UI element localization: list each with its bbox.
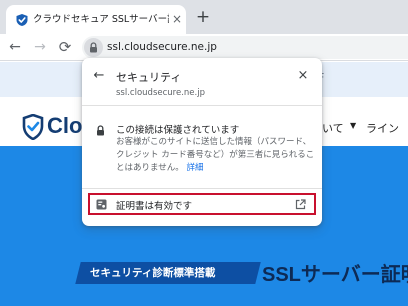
reload-button[interactable]: ⟳: [55, 37, 75, 57]
lock-icon: [90, 42, 97, 53]
divider: [82, 188, 322, 189]
nav-lineup-link[interactable]: ライン: [366, 120, 399, 136]
external-link-icon: [295, 199, 306, 210]
back-button[interactable]: ←: [5, 37, 25, 57]
security-popup: ← セキュリティ × ssl.cloudsecure.ne.jp この接続は保護…: [82, 58, 322, 226]
logo-text: Clo: [47, 113, 83, 138]
lock-icon: [97, 125, 104, 136]
certificate-label: 証明書は有効です: [116, 201, 193, 212]
chevron-down-icon: ▼: [350, 121, 357, 130]
browser-toolbar: ← → ⟳ ssl.cloudsecure.ne.jp: [0, 34, 408, 61]
hero-heading: SSLサーバー証明: [262, 264, 408, 286]
close-icon[interactable]: ×: [294, 67, 312, 85]
back-arrow-icon[interactable]: ←: [90, 67, 108, 85]
divider: [82, 105, 322, 106]
address-bar[interactable]: ssl.cloudsecure.ne.jp: [82, 36, 408, 59]
tab-strip: クラウドセキュア SSLサーバー証明書 × +: [0, 0, 408, 34]
popup-domain: ssl.cloudsecure.ne.jp: [116, 88, 205, 98]
connection-description: お客様がこのサイトに送信した情報（パスワード、クレジット カード番号など）が第三…: [116, 136, 316, 175]
certificate-valid-row[interactable]: 証明書は有効です: [88, 193, 316, 215]
tab-title: クラウドセキュア SSLサーバー証明書: [33, 14, 169, 25]
connection-heading: この接続は保護されています: [116, 125, 240, 136]
site-info-button[interactable]: [84, 38, 103, 57]
connection-description-text: お客様がこのサイトに送信した情報（パスワード、クレジット カード番号など）が第三…: [116, 137, 315, 173]
new-tab-button[interactable]: +: [193, 7, 213, 27]
nav-about-link[interactable]: いて: [322, 120, 344, 136]
tab-close-icon[interactable]: ×: [170, 11, 184, 27]
details-link[interactable]: 詳細: [186, 163, 203, 173]
certificate-icon: [96, 199, 107, 210]
forward-button[interactable]: →: [30, 37, 50, 57]
browser-tab[interactable]: クラウドセキュア SSLサーバー証明書 ×: [6, 5, 186, 34]
logo-shield-icon: [22, 114, 44, 140]
shield-check-icon: [16, 14, 28, 26]
popup-title: セキュリティ: [116, 71, 182, 84]
hero-badge-text: セキュリティ診断標準搭載: [90, 267, 216, 279]
url-text: ssl.cloudsecure.ne.jp: [107, 41, 217, 53]
